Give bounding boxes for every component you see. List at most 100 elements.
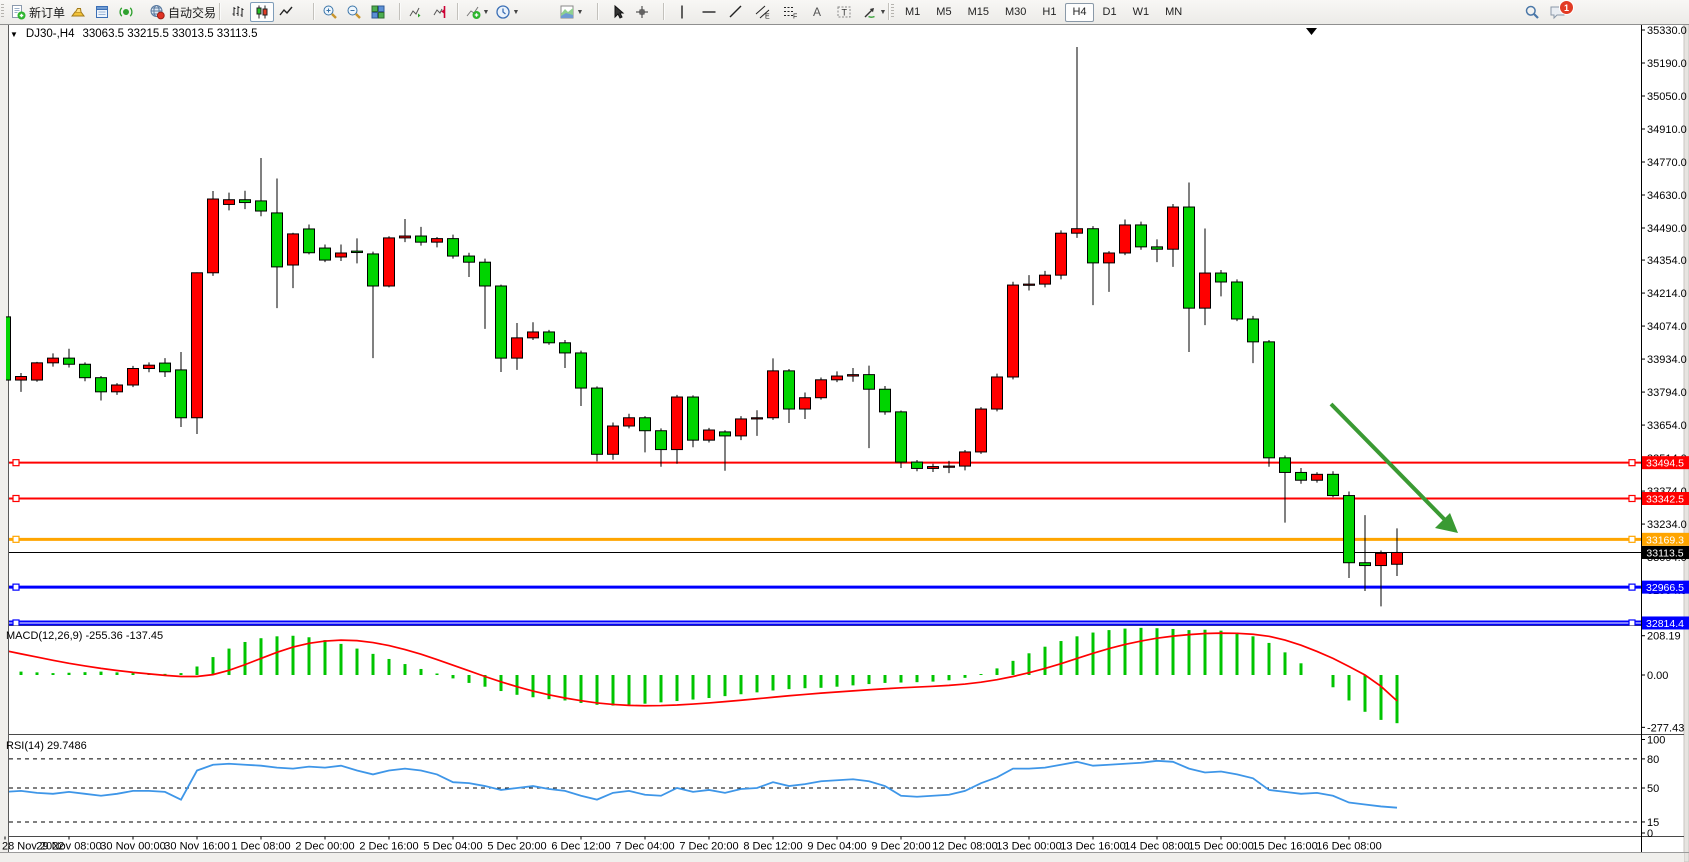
- arrows-tool-button[interactable]: ▼: [859, 2, 889, 22]
- fibonacci-button[interactable]: F: [778, 2, 802, 22]
- line-anchor[interactable]: [13, 584, 19, 590]
- line-anchor[interactable]: [13, 536, 19, 542]
- candle: [1360, 563, 1371, 566]
- zoom-in-button[interactable]: [318, 2, 342, 22]
- candle: [1088, 229, 1099, 263]
- chart-shift-button[interactable]: [428, 2, 452, 22]
- timeframe-w1[interactable]: W1: [1126, 3, 1157, 22]
- candlestick-chart-type-button[interactable]: [250, 2, 274, 22]
- candle: [16, 377, 27, 381]
- timeframe-m30[interactable]: M30: [998, 3, 1033, 22]
- candle: [176, 370, 187, 418]
- candle: [1264, 342, 1275, 458]
- svg-text:0.00: 0.00: [1647, 670, 1668, 682]
- svg-text:0: 0: [1647, 828, 1653, 840]
- candle: [1248, 319, 1259, 342]
- candle: [1024, 284, 1035, 285]
- crosshair-button[interactable]: [630, 2, 654, 22]
- auto-trading-icon: [149, 4, 165, 20]
- svg-text:34354.0: 34354.0: [1647, 255, 1687, 267]
- timeframe-group: M1M5M15M30H1H4D1W1MN: [897, 1, 1190, 23]
- candle: [976, 409, 987, 452]
- candle: [1344, 496, 1355, 563]
- rsi-indicator-label: RSI(14) 29.7486: [6, 740, 87, 752]
- line-anchor[interactable]: [1629, 536, 1635, 542]
- zoom-out-button[interactable]: [342, 2, 366, 22]
- candle: [352, 251, 363, 252]
- text-button[interactable]: A: [805, 2, 829, 22]
- search-button[interactable]: [1520, 2, 1544, 22]
- indicators-button[interactable]: ▼: [462, 2, 492, 22]
- candle: [336, 253, 347, 257]
- chart-area[interactable]: 35330.035190.035050.034910.034770.034630…: [0, 24, 1689, 862]
- candle: [112, 385, 123, 392]
- line-chart-type-button[interactable]: [274, 2, 298, 22]
- line-anchor[interactable]: [1629, 620, 1635, 626]
- chart-canvas[interactable]: 35330.035190.035050.034910.034770.034630…: [0, 24, 1689, 862]
- periods-button[interactable]: ▼: [492, 2, 522, 22]
- auto-trading-button[interactable]: 自动交易: [144, 2, 221, 22]
- auto-scroll-button[interactable]: [404, 2, 428, 22]
- toolbar-grip[interactable]: [891, 4, 894, 19]
- svg-text:35330.0: 35330.0: [1647, 25, 1687, 37]
- svg-text:A: A: [813, 5, 821, 19]
- tile-windows-button[interactable]: [366, 2, 390, 22]
- scrollbar[interactable]: [1684, 24, 1689, 862]
- candle: [704, 430, 715, 440]
- indicators-icon: [465, 4, 481, 20]
- vertical-line-button[interactable]: [670, 2, 694, 22]
- candle: [80, 364, 91, 377]
- candle: [960, 452, 971, 466]
- bar-chart-type-button[interactable]: [226, 2, 250, 22]
- candle: [448, 239, 459, 256]
- trendline-button[interactable]: [724, 2, 748, 22]
- line-anchor[interactable]: [13, 460, 19, 466]
- line-anchor[interactable]: [1629, 584, 1635, 590]
- new-order-button[interactable]: 新订单: [5, 2, 70, 22]
- candle: [192, 273, 203, 418]
- svg-text:34214.0: 34214.0: [1647, 288, 1687, 300]
- line-anchor[interactable]: [13, 495, 19, 501]
- template-button[interactable]: ▼: [556, 2, 586, 22]
- expand-triangle-icon[interactable]: ▼: [10, 30, 18, 39]
- timeframe-h4[interactable]: H4: [1065, 3, 1093, 22]
- candle: [1040, 275, 1051, 284]
- candle: [1232, 282, 1243, 319]
- chat-badge: 1: [1559, 0, 1574, 15]
- line-anchor[interactable]: [1629, 460, 1635, 466]
- zoom-in-icon: [322, 4, 338, 20]
- equidistant-channel-button[interactable]: E: [751, 2, 775, 22]
- cursor-button[interactable]: [606, 2, 630, 22]
- candle: [48, 358, 59, 363]
- timeframe-h1[interactable]: H1: [1035, 3, 1063, 22]
- svg-text:T: T: [842, 8, 848, 18]
- candle: [896, 412, 907, 462]
- candle: [1120, 225, 1131, 253]
- data-window-button[interactable]: [90, 2, 114, 22]
- market-watch-button[interactable]: [66, 2, 90, 22]
- candle: [720, 432, 731, 436]
- chevron-down-icon: ▼: [577, 9, 584, 16]
- candle: [512, 338, 523, 358]
- candle: [800, 398, 811, 409]
- candle: [1392, 552, 1403, 564]
- toolbar-grip[interactable]: [1, 4, 4, 19]
- navigator-button[interactable]: [114, 2, 138, 22]
- timeframe-m5[interactable]: M5: [929, 3, 958, 22]
- text-icon: A: [809, 4, 825, 20]
- svg-text:2 Dec 00:00: 2 Dec 00:00: [295, 841, 354, 853]
- line-anchor[interactable]: [1629, 495, 1635, 501]
- svg-text:30 Nov 00:00: 30 Nov 00:00: [100, 841, 165, 853]
- chart-title: ▼ DJ30-,H4 33063.5 33215.5 33013.5 33113…: [10, 28, 258, 40]
- timeframe-m15[interactable]: M15: [961, 3, 996, 22]
- timeframe-mn[interactable]: MN: [1158, 3, 1189, 22]
- chevron-down-icon: ▼: [513, 9, 520, 16]
- svg-text:2 Dec 16:00: 2 Dec 16:00: [359, 841, 418, 853]
- line-anchor[interactable]: [13, 620, 19, 626]
- horizontal-line-button[interactable]: [697, 2, 721, 22]
- timeframe-d1[interactable]: D1: [1096, 3, 1124, 22]
- text-label-button[interactable]: T: [832, 2, 856, 22]
- navigator-icon: [118, 4, 134, 20]
- timeframe-m1[interactable]: M1: [898, 3, 927, 22]
- chat-button[interactable]: 1: [1544, 2, 1572, 22]
